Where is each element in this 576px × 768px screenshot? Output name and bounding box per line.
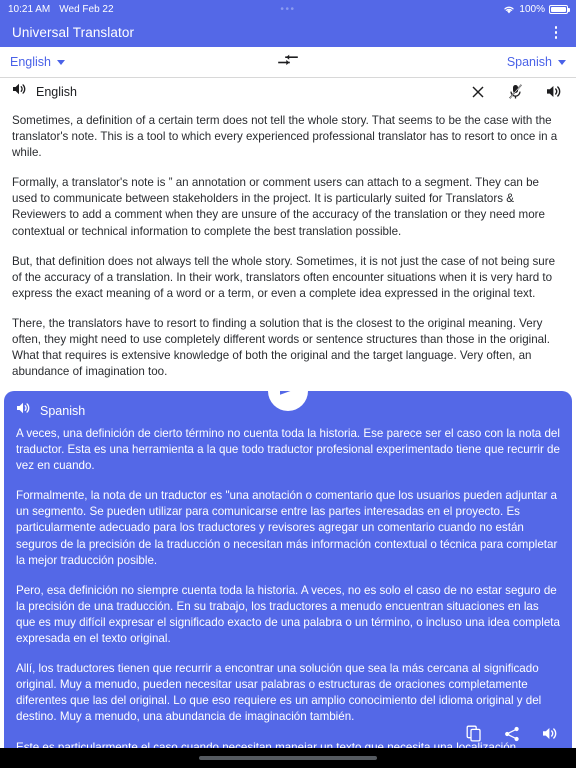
app-bar: Universal Translator [0, 18, 576, 47]
home-bar [0, 748, 576, 768]
translation-panel-language-label: Spanish [40, 403, 86, 418]
translation-panel: Spanish A veces, una definición de ciert… [4, 391, 572, 748]
battery-percent-label: 100% [519, 3, 545, 15]
swap-languages-button[interactable] [272, 51, 304, 73]
source-language-dropdown[interactable]: English [10, 55, 65, 69]
source-panel-actions [471, 83, 562, 100]
source-paragraph: Formally, a translator's note is ” an an… [12, 176, 545, 238]
send-paper-plane-icon [278, 391, 298, 403]
chevron-down-icon [558, 59, 566, 65]
translated-paragraph: Pero, esa definición no siempre cuenta t… [16, 583, 560, 646]
speaker-icon[interactable] [546, 84, 562, 99]
swap-arrows-icon [276, 51, 300, 74]
status-bar: 10:21 AM Wed Feb 22 ••• 100% [0, 0, 576, 18]
target-language-label: Spanish [506, 55, 552, 69]
status-date: Wed Feb 22 [59, 3, 114, 15]
speaker-icon[interactable] [542, 726, 558, 741]
microphone-muted-icon[interactable] [508, 83, 523, 100]
translator-app: 10:21 AM Wed Feb 22 ••• 100% Universal T… [0, 0, 576, 768]
language-selector-bar: English Spanish [0, 47, 576, 77]
close-icon[interactable] [471, 85, 485, 99]
translated-paragraph: Formalmente, la nota de un traductor es … [16, 489, 558, 567]
status-bar-right: 100% [503, 3, 570, 15]
status-bar-left: 10:21 AM Wed Feb 22 [8, 4, 114, 15]
home-indicator[interactable] [199, 756, 377, 760]
translated-paragraph: Allí, los traductores tienen que recurri… [16, 662, 542, 724]
page-title: Universal Translator [12, 25, 135, 40]
battery-icon [549, 4, 570, 14]
share-icon[interactable] [504, 726, 520, 742]
source-text-area[interactable]: Sometimes, a definition of a certain ter… [0, 105, 576, 391]
source-panel-header: English [0, 77, 576, 105]
chevron-down-icon [57, 59, 65, 65]
translated-paragraph: A veces, una definición de cierto términ… [16, 427, 560, 473]
copy-icon[interactable] [466, 725, 482, 742]
overflow-menu-icon[interactable] [546, 21, 566, 45]
status-time: 10:21 AM [8, 3, 51, 15]
source-paragraph: Sometimes, a definition of a certain ter… [12, 114, 558, 160]
target-language-dropdown[interactable]: Spanish [507, 55, 566, 69]
source-language-label: English [10, 55, 51, 69]
speaker-icon[interactable] [16, 401, 31, 420]
wifi-icon [503, 5, 515, 14]
source-paragraph: But, that definition does not always tel… [12, 254, 556, 300]
translation-panel-actions [456, 725, 558, 742]
source-panel-language-label: English [36, 84, 77, 99]
source-paragraph: There, the translators have to resort to… [12, 316, 550, 379]
speaker-icon[interactable] [12, 82, 27, 101]
